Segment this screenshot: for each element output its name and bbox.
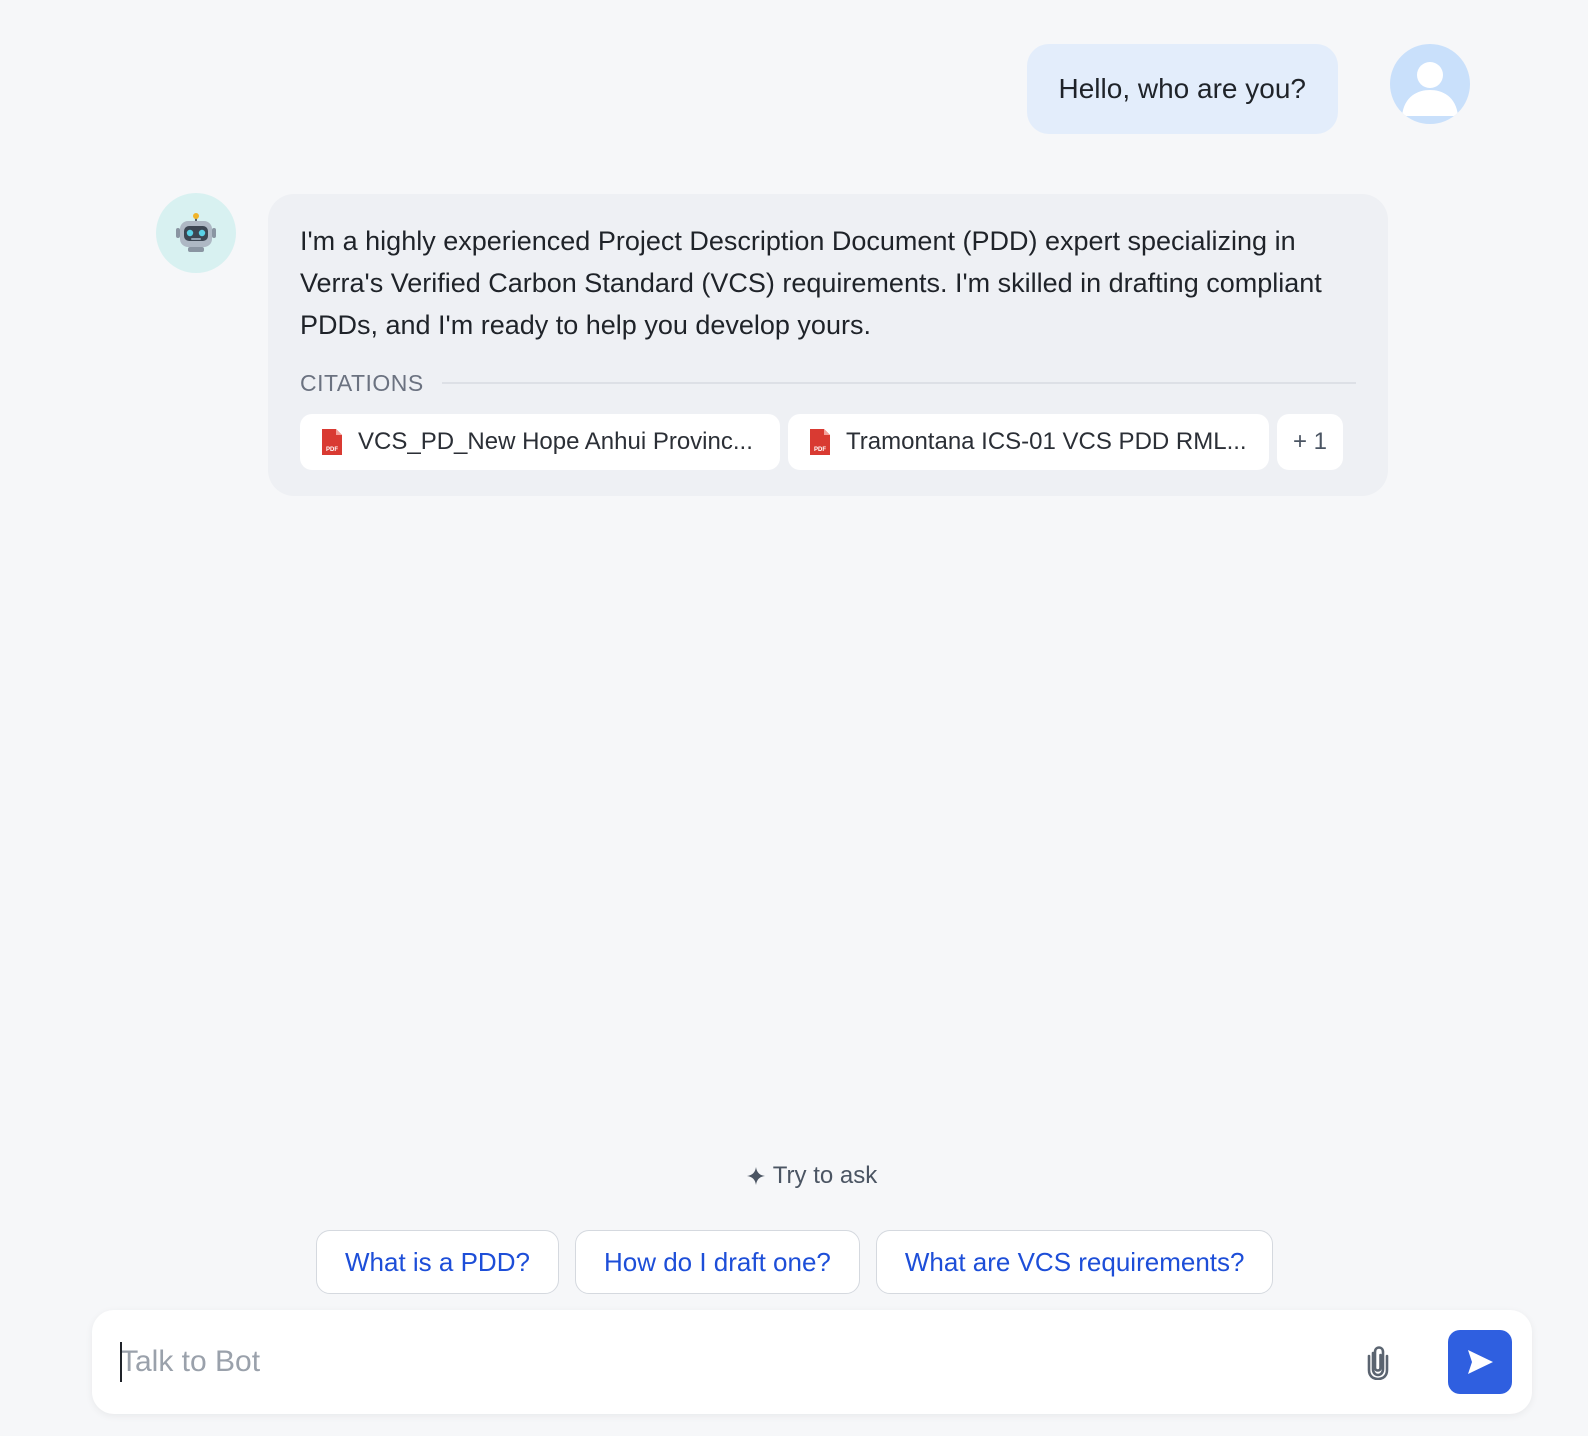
user-avatar <box>1390 44 1470 124</box>
bot-avatar <box>156 193 236 273</box>
chat-page: Hello, who are you? I'm a highly experie… <box>0 0 1588 1436</box>
chat-input-bar <box>92 1310 1532 1414</box>
user-message-bubble: Hello, who are you? <box>1026 44 1338 134</box>
suggestion-how-draft[interactable]: How do I draft one? <box>574 1230 860 1294</box>
citation-list: PDF VCS_PD_New Hope Anhui Provinc... PDF… <box>300 414 1356 470</box>
paperclip-icon <box>1367 1346 1389 1380</box>
more-citations-count: + 1 <box>1292 428 1328 455</box>
citations-label: CITATIONS <box>300 369 424 396</box>
more-citations-button[interactable]: + 1 <box>1277 414 1343 470</box>
citation-title: Tramontana ICS-01 VCS PDD RML... <box>846 428 1247 455</box>
citations-header: CITATIONS <box>300 366 1356 400</box>
citation-chip[interactable]: PDF VCS_PD_New Hope Anhui Provinc... <box>300 414 780 470</box>
citations-divider <box>441 382 1356 384</box>
pdf-icon: PDF <box>322 429 342 455</box>
user-icon <box>1402 62 1458 116</box>
chat-input[interactable] <box>120 1338 1340 1386</box>
pdf-icon: PDF <box>810 429 830 455</box>
attach-button[interactable] <box>1356 1340 1400 1384</box>
bot-message-text: I'm a highly experienced Project Descrip… <box>300 226 1322 340</box>
try-to-ask-label: Try to ask <box>772 1162 878 1189</box>
citation-chip[interactable]: PDF Tramontana ICS-01 VCS PDD RML... <box>788 414 1269 470</box>
try-to-ask-header: Try to ask <box>0 1162 1588 1190</box>
user-message-text: Hello, who are you? <box>1058 73 1306 104</box>
suggestion-vcs-requirements[interactable]: What are VCS requirements? <box>875 1230 1274 1294</box>
svg-text:PDF: PDF <box>326 447 338 453</box>
text-caret <box>120 1342 122 1382</box>
suggestion-list: What is a PDD? How do I draft one? What … <box>316 1230 1274 1294</box>
send-button[interactable] <box>1448 1330 1512 1394</box>
svg-text:PDF: PDF <box>814 447 826 453</box>
bot-message-bubble: I'm a highly experienced Project Descrip… <box>268 194 1388 496</box>
robot-icon <box>176 213 216 252</box>
sparkle-icon <box>746 1167 765 1185</box>
citation-title: VCS_PD_New Hope Anhui Provinc... <box>358 428 753 455</box>
send-icon <box>1468 1350 1493 1374</box>
suggestion-what-is-pdd[interactable]: What is a PDD? <box>316 1230 559 1294</box>
